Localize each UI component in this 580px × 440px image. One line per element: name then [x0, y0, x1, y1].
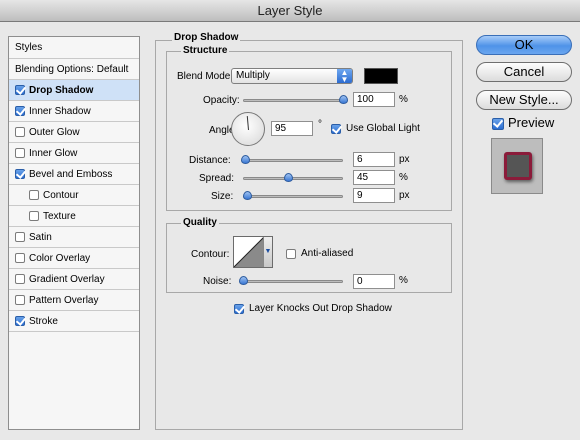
- opacity-unit: %: [399, 94, 408, 105]
- anti-aliased-checkbox[interactable]: [286, 249, 296, 259]
- size-unit: px: [399, 190, 410, 201]
- ok-button[interactable]: OK: [476, 35, 572, 55]
- sidebar-item-checkbox[interactable]: [15, 85, 25, 95]
- sidebar-item-outer-glow[interactable]: Outer Glow: [9, 122, 139, 143]
- spread-label: Spread:: [199, 173, 235, 184]
- sidebar-item-label: Stroke: [29, 315, 58, 327]
- shadow-color-swatch[interactable]: [364, 68, 398, 84]
- angle-dial[interactable]: [231, 112, 265, 146]
- sidebar-item-pattern-overlay[interactable]: Pattern Overlay: [9, 290, 139, 311]
- sidebar-item-checkbox[interactable]: [15, 148, 25, 158]
- sidebar-item-label: Inner Shadow: [29, 105, 91, 117]
- sidebar-item-checkbox[interactable]: [15, 232, 25, 242]
- blend-mode-label: Blend Mode:: [177, 71, 234, 82]
- contour-picker[interactable]: ▼: [233, 236, 273, 268]
- size-slider-track[interactable]: [243, 195, 343, 198]
- chevron-updown-icon: ▲ ▼: [337, 69, 352, 84]
- contour-label: Contour:: [191, 249, 230, 260]
- sidebar-item-label: Color Overlay: [29, 252, 91, 264]
- quality-group: Quality Contour: ▼ Anti-aliased Noise: 0…: [166, 217, 452, 293]
- structure-title: Structure: [181, 45, 230, 56]
- knockout-label: Layer Knocks Out Drop Shadow: [249, 303, 392, 314]
- drop-shadow-panel: Drop Shadow Structure Blend Mode: Multip…: [155, 32, 463, 430]
- sidebar-item-label: Contour: [43, 189, 79, 201]
- sidebar-item-bevel-and-emboss[interactable]: Bevel and Emboss: [9, 164, 139, 185]
- sidebar-item-texture[interactable]: Texture: [9, 206, 139, 227]
- knockout-checkbox[interactable]: [234, 304, 244, 314]
- sidebar-item-drop-shadow[interactable]: Drop Shadow: [9, 80, 139, 101]
- noise-unit: %: [399, 275, 408, 286]
- blend-mode-value: Multiply: [236, 70, 270, 81]
- sidebar-item-label: Outer Glow: [29, 126, 80, 138]
- spread-field[interactable]: 45: [353, 170, 395, 185]
- window-title: Layer Style: [0, 0, 580, 22]
- styles-header[interactable]: Styles: [9, 37, 139, 59]
- sidebar-item-label: Inner Glow: [29, 147, 78, 159]
- angle-field[interactable]: 95: [271, 121, 313, 136]
- sidebar-item-checkbox[interactable]: [29, 211, 39, 221]
- use-global-light-label: Use Global Light: [346, 123, 420, 134]
- sidebar-item-satin[interactable]: Satin: [9, 227, 139, 248]
- distance-slider-track[interactable]: [243, 159, 343, 162]
- distance-unit: px: [399, 154, 410, 165]
- preview-swatch: [504, 152, 532, 180]
- noise-field[interactable]: 0: [353, 274, 395, 289]
- anti-aliased-label: Anti-aliased: [301, 248, 354, 259]
- use-global-light-checkbox[interactable]: [331, 124, 341, 134]
- size-label: Size:: [211, 191, 234, 202]
- styles-list: Styles Blending Options: Default Drop Sh…: [8, 36, 140, 430]
- noise-slider-thumb[interactable]: [239, 276, 248, 285]
- sidebar-item-color-overlay[interactable]: Color Overlay: [9, 248, 139, 269]
- preview-checkbox[interactable]: [492, 118, 504, 130]
- sidebar-item-checkbox[interactable]: [15, 316, 25, 326]
- opacity-slider-thumb[interactable]: [339, 95, 348, 104]
- sidebar-item-label: Satin: [29, 231, 52, 243]
- opacity-field[interactable]: 100: [353, 92, 395, 107]
- structure-group: Structure Blend Mode: Multiply ▲ ▼ Opacit…: [166, 45, 452, 211]
- cancel-button[interactable]: Cancel: [476, 62, 572, 82]
- opacity-label: Opacity:: [203, 95, 240, 106]
- sidebar-item-label: Gradient Overlay: [29, 273, 105, 285]
- spread-slider-thumb[interactable]: [284, 173, 293, 182]
- blending-options-item[interactable]: Blending Options: Default: [9, 59, 139, 80]
- contour-curve-icon: [234, 237, 264, 267]
- angle-unit: °: [318, 119, 322, 130]
- quality-title: Quality: [181, 217, 219, 228]
- preview-label: Preview: [508, 115, 555, 130]
- distance-label: Distance:: [189, 155, 231, 166]
- distance-field[interactable]: 6: [353, 152, 395, 167]
- sidebar-item-gradient-overlay[interactable]: Gradient Overlay: [9, 269, 139, 290]
- sidebar-item-contour[interactable]: Contour: [9, 185, 139, 206]
- blend-mode-select[interactable]: Multiply ▲ ▼: [231, 68, 353, 84]
- sidebar-item-checkbox[interactable]: [29, 190, 39, 200]
- size-slider-thumb[interactable]: [243, 191, 252, 200]
- sidebar-item-stroke[interactable]: Stroke: [9, 311, 139, 332]
- sidebar-item-inner-glow[interactable]: Inner Glow: [9, 143, 139, 164]
- sidebar-item-label: Pattern Overlay: [29, 294, 99, 306]
- noise-slider-track[interactable]: [243, 280, 343, 283]
- sidebar-item-checkbox[interactable]: [15, 253, 25, 263]
- section-title: Drop Shadow: [172, 32, 241, 43]
- noise-label: Noise:: [203, 276, 232, 287]
- sidebar-item-label: Texture: [43, 210, 76, 222]
- sidebar-item-inner-shadow[interactable]: Inner Shadow: [9, 101, 139, 122]
- sidebar-item-checkbox[interactable]: [15, 127, 25, 137]
- sidebar-item-checkbox[interactable]: [15, 169, 25, 179]
- spread-unit: %: [399, 172, 408, 183]
- sidebar-item-label: Drop Shadow: [29, 84, 94, 96]
- sidebar-item-checkbox[interactable]: [15, 274, 25, 284]
- chevron-down-icon: ▼: [263, 237, 272, 267]
- angle-needle-icon: [246, 116, 249, 131]
- new-style-button[interactable]: New Style...: [476, 90, 572, 110]
- sidebar-item-checkbox[interactable]: [15, 295, 25, 305]
- spread-slider-track[interactable]: [243, 177, 343, 180]
- preview-thumbnail: [491, 138, 543, 194]
- distance-slider-thumb[interactable]: [241, 155, 250, 164]
- sidebar-item-label: Bevel and Emboss: [29, 168, 113, 180]
- size-field[interactable]: 9: [353, 188, 395, 203]
- sidebar-item-checkbox[interactable]: [15, 106, 25, 116]
- opacity-slider-track[interactable]: [243, 99, 343, 102]
